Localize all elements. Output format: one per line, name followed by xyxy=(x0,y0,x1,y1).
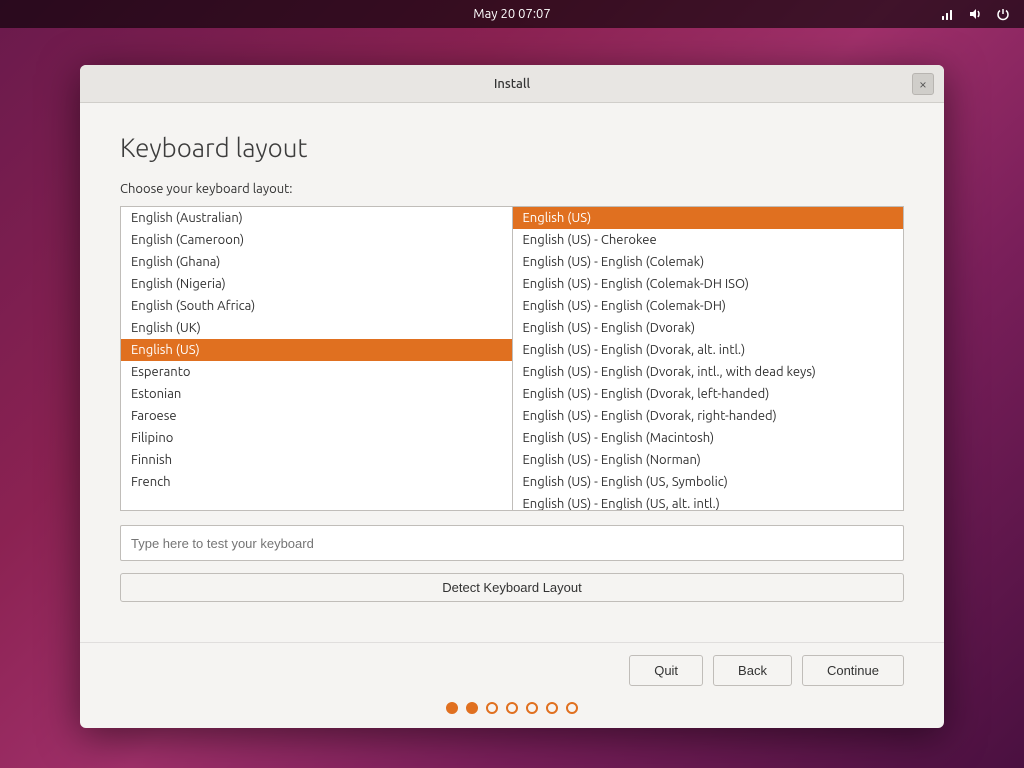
volume-icon xyxy=(966,5,984,23)
title-bar: Install × xyxy=(80,65,944,103)
list-item[interactable]: English (US) - English (Dvorak, left-han… xyxy=(513,383,904,405)
progress-dot-5 xyxy=(526,702,538,714)
list-item[interactable]: English (US) - English (Colemak-DH) xyxy=(513,295,904,317)
progress-dot-7 xyxy=(566,702,578,714)
continue-button[interactable]: Continue xyxy=(802,655,904,686)
topbar: May 20 07:07 xyxy=(0,0,1024,28)
list-item[interactable]: English (US) - English (Dvorak) xyxy=(513,317,904,339)
quit-button[interactable]: Quit xyxy=(629,655,703,686)
list-item[interactable]: English (US) - English (Macintosh) xyxy=(513,427,904,449)
list-item[interactable]: English (US) - English (Dvorak, intl., w… xyxy=(513,361,904,383)
keyboard-lists: English (Australian)English (Cameroon)En… xyxy=(120,206,904,511)
layout-variant-list[interactable]: English (US)English (US) - CherokeeEngli… xyxy=(512,206,905,511)
list-item[interactable]: Faroese xyxy=(121,405,512,427)
list-item[interactable]: Esperanto xyxy=(121,361,512,383)
progress-dot-6 xyxy=(546,702,558,714)
list-item[interactable]: Finnish xyxy=(121,449,512,471)
progress-dot-3 xyxy=(486,702,498,714)
bottom-bar: Quit Back Continue xyxy=(80,642,944,702)
dialog-title: Install xyxy=(494,77,530,91)
detect-layout-button[interactable]: Detect Keyboard Layout xyxy=(120,573,904,602)
list-item[interactable]: English (US) - English (Dvorak, right-ha… xyxy=(513,405,904,427)
list-item[interactable]: English (US) - English (Colemak) xyxy=(513,251,904,273)
list-item[interactable]: French xyxy=(121,471,512,493)
back-button[interactable]: Back xyxy=(713,655,792,686)
progress-dot-1 xyxy=(446,702,458,714)
list-item[interactable]: English (US) - Cherokee xyxy=(513,229,904,251)
list-item[interactable]: English (Nigeria) xyxy=(121,273,512,295)
list-item[interactable]: English (US) - English (Dvorak, alt. int… xyxy=(513,339,904,361)
list-item[interactable]: English (US) xyxy=(513,207,904,229)
topbar-icons xyxy=(938,5,1012,23)
list-item[interactable]: English (US) - English (Norman) xyxy=(513,449,904,471)
topbar-datetime: May 20 07:07 xyxy=(473,7,550,21)
list-item[interactable]: English (UK) xyxy=(121,317,512,339)
keyboard-test-input[interactable] xyxy=(120,525,904,561)
list-item[interactable]: English (South Africa) xyxy=(121,295,512,317)
content-area: Keyboard layout Choose your keyboard lay… xyxy=(80,103,944,642)
progress-dot-4 xyxy=(506,702,518,714)
power-icon[interactable] xyxy=(994,5,1012,23)
list-item[interactable]: English (US) xyxy=(121,339,512,361)
progress-dot-2 xyxy=(466,702,478,714)
install-dialog: Install × Keyboard layout Choose your ke… xyxy=(80,65,944,728)
network-icon xyxy=(938,5,956,23)
close-button[interactable]: × xyxy=(912,73,934,95)
page-title: Keyboard layout xyxy=(120,133,904,162)
progress-dots xyxy=(80,702,944,728)
choose-label: Choose your keyboard layout: xyxy=(120,182,904,196)
list-item[interactable]: English (US) - English (US, alt. intl.) xyxy=(513,493,904,511)
list-item[interactable]: English (Cameroon) xyxy=(121,229,512,251)
list-item[interactable]: Estonian xyxy=(121,383,512,405)
list-item[interactable]: Filipino xyxy=(121,427,512,449)
list-item[interactable]: English (US) - English (Colemak-DH ISO) xyxy=(513,273,904,295)
list-item[interactable]: English (Australian) xyxy=(121,207,512,229)
list-item[interactable]: English (Ghana) xyxy=(121,251,512,273)
language-list[interactable]: English (Australian)English (Cameroon)En… xyxy=(120,206,512,511)
list-item[interactable]: English (US) - English (US, Symbolic) xyxy=(513,471,904,493)
